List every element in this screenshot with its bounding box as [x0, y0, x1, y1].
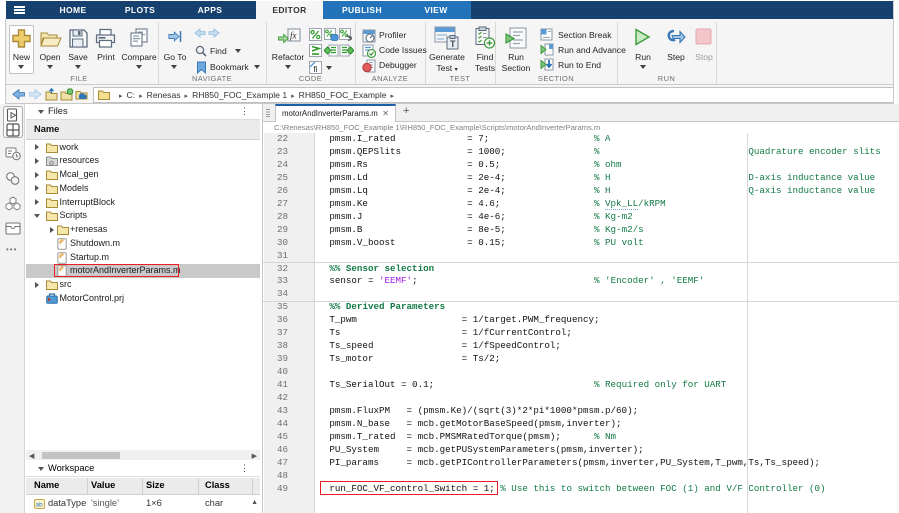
svg-text:ab: ab: [36, 502, 44, 509]
svg-text:fx: fx: [290, 31, 297, 41]
svg-text:T: T: [450, 39, 456, 49]
svg-text:fi: fi: [314, 65, 318, 74]
